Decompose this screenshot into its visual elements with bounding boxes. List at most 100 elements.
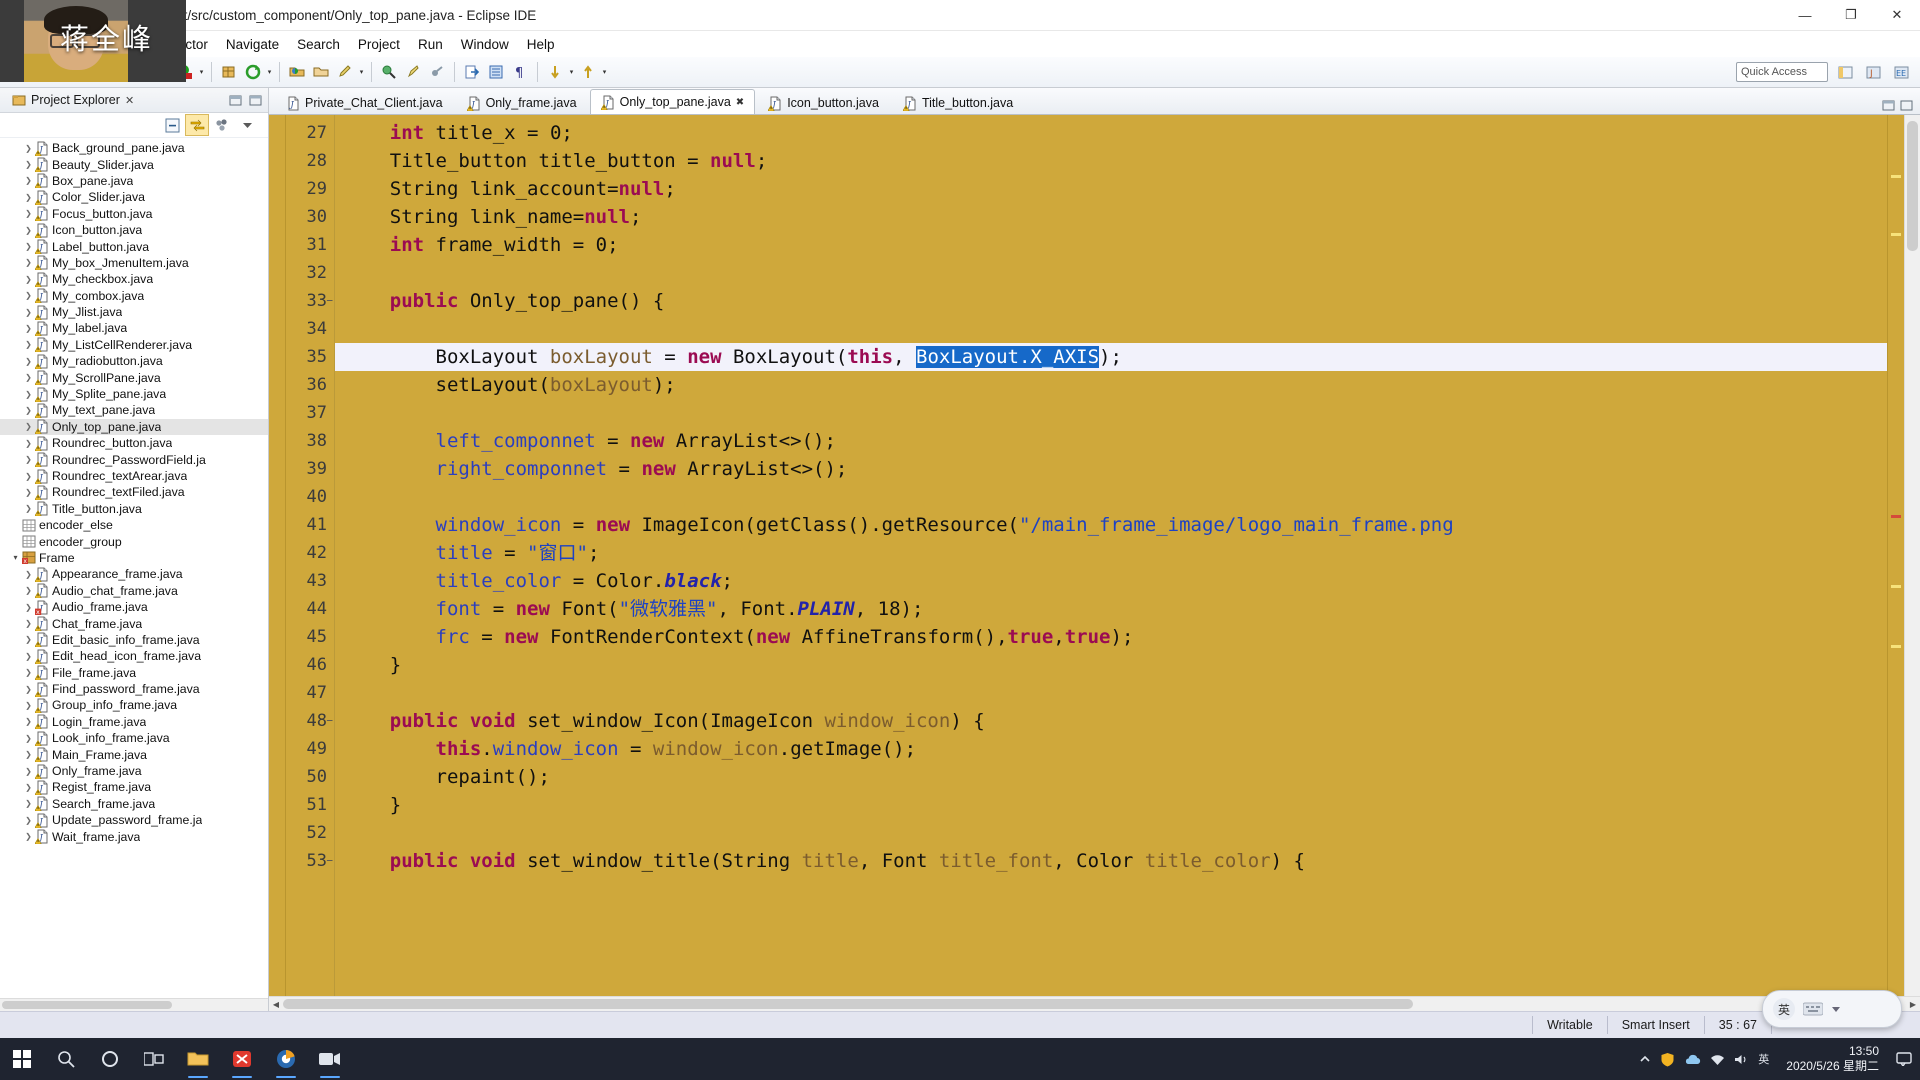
editor-tab[interactable]: J Icon_button.java — [757, 91, 890, 114]
ime-tray-label[interactable]: 英 — [1758, 1051, 1769, 1067]
tree-item[interactable]: ❯ J Update_password_frame.ja — [0, 812, 268, 828]
tree-item[interactable]: ❯ J Box_pane.java — [0, 173, 268, 189]
editor-tab[interactable]: J Only_frame.java — [456, 91, 588, 114]
code-line[interactable] — [334, 259, 1887, 287]
app-red-icon[interactable] — [220, 1038, 264, 1080]
chevron-right-icon[interactable]: ❯ — [23, 439, 34, 448]
menu-run[interactable]: Run — [409, 34, 452, 55]
chevron-right-icon[interactable]: ❯ — [23, 504, 34, 513]
tree-item[interactable]: ❯ J My_combox.java — [0, 288, 268, 304]
tree-item[interactable]: ❯ J Only_top_pane.java — [0, 418, 268, 436]
tree-item[interactable]: ❯ J Group_info_frame.java — [0, 697, 268, 713]
editor-tab[interactable]: J Private_Chat_Client.java — [275, 91, 454, 114]
chevron-right-icon[interactable]: ❯ — [23, 324, 34, 333]
chevron-right-icon[interactable]: ❯ — [23, 275, 34, 284]
chevron-right-icon[interactable]: ❯ — [23, 226, 34, 235]
code-line[interactable]: String link_name=null; — [334, 203, 1887, 231]
fold-toggle-icon[interactable]: − — [326, 287, 333, 315]
code-line[interactable] — [334, 819, 1887, 847]
menu-navigate[interactable]: Navigate — [217, 34, 288, 55]
export-icon[interactable] — [461, 61, 483, 83]
tree-item[interactable]: encoder_else — [0, 517, 268, 533]
shield-icon[interactable] — [1660, 1052, 1675, 1067]
tree-item[interactable]: ❯ J Audio_chat_frame.java — [0, 583, 268, 599]
chevron-right-icon[interactable]: ❯ — [23, 176, 34, 185]
chevron-right-icon[interactable]: ❯ — [23, 242, 34, 251]
code-line[interactable]: title = "窗口"; — [334, 539, 1887, 567]
tree-item[interactable]: ❯ J Roundrec_textArear.java — [0, 468, 268, 484]
view-icon[interactable] — [485, 61, 507, 83]
next-annotation-dropdown-icon[interactable]: ▾ — [567, 62, 576, 82]
chevron-right-icon[interactable]: ❯ — [23, 209, 34, 218]
code-line[interactable]: String link_account=null; — [334, 175, 1887, 203]
ime-floating-bar[interactable]: 英 — [1762, 990, 1902, 1028]
chevron-right-icon[interactable]: ❯ — [23, 717, 34, 726]
project-explorer-tab[interactable]: Project Explorer ✕ — [6, 91, 140, 109]
tree-item[interactable]: ❯ J Back_ground_pane.java — [0, 140, 268, 156]
network-icon[interactable] — [1710, 1053, 1725, 1066]
close-icon[interactable]: ✖ — [736, 97, 744, 108]
chevron-right-icon[interactable]: ❯ — [23, 144, 34, 153]
tree-item[interactable]: ❯ J Only_frame.java — [0, 763, 268, 779]
tree-item[interactable]: ❯ J Login_frame.java — [0, 714, 268, 730]
maximize-editor-icon[interactable] — [1900, 99, 1914, 112]
tree-item[interactable]: ❯ J Search_frame.java — [0, 796, 268, 812]
code-line[interactable]: Title_button title_button = null; — [334, 147, 1887, 175]
previous-annotation-dropdown-icon[interactable]: ▾ — [600, 62, 609, 82]
chevron-right-icon[interactable]: ❯ — [23, 406, 34, 415]
marker-icon[interactable] — [402, 61, 424, 83]
cortana-icon[interactable] — [88, 1038, 132, 1080]
code-line[interactable]: font = new Font("微软雅黑", Font.PLAIN, 18); — [334, 595, 1887, 623]
volume-icon[interactable] — [1734, 1053, 1749, 1066]
chevron-right-icon[interactable]: ❯ — [23, 472, 34, 481]
sidebar-scroll-thumb[interactable] — [2, 1001, 172, 1009]
source-code-text[interactable]: int title_x = 0; Title_button title_butt… — [334, 115, 1887, 996]
next-annotation-icon[interactable] — [544, 61, 566, 83]
video-app-icon[interactable] — [308, 1038, 352, 1080]
editor-marker-bar[interactable] — [269, 115, 286, 996]
taskbar-clock[interactable]: 13:50 2020/5/26 星期二 — [1778, 1044, 1887, 1074]
tree-item[interactable]: ❯ J File_frame.java — [0, 665, 268, 681]
chevron-right-icon[interactable]: ❯ — [23, 308, 34, 317]
view-dropdown-icon[interactable] — [236, 115, 258, 135]
tree-item[interactable]: ❯ J Title_button.java — [0, 501, 268, 517]
tree-item[interactable]: ❯ J My_text_pane.java — [0, 402, 268, 418]
maximize-view-icon[interactable] — [246, 91, 264, 109]
view-menu-icon[interactable] — [211, 115, 233, 135]
status-insert-mode[interactable]: Smart Insert — [1606, 1016, 1704, 1034]
chevron-right-icon[interactable]: ❯ — [23, 586, 34, 595]
editor-tab[interactable]: J Title_button.java — [892, 91, 1024, 114]
fold-toggle-icon[interactable]: − — [326, 847, 333, 875]
tree-item[interactable]: ❯ J My_Jlist.java — [0, 304, 268, 320]
chevron-right-icon[interactable]: ❯ — [23, 357, 34, 366]
windows-start-icon[interactable] — [0, 1038, 44, 1080]
link-with-editor-icon[interactable] — [185, 114, 209, 136]
onedrive-icon[interactable] — [1684, 1053, 1701, 1066]
chevron-right-icon[interactable]: ❯ — [23, 685, 34, 694]
code-line[interactable] — [334, 399, 1887, 427]
code-line[interactable]: this.window_icon = window_icon.getImage(… — [334, 735, 1887, 763]
tree-item[interactable]: ❯ J Edit_basic_info_frame.java — [0, 632, 268, 648]
code-line[interactable]: frc = new FontRenderContext(new AffineTr… — [334, 623, 1887, 651]
tree-item[interactable]: ❯ J Edit_head_icon_frame.java — [0, 648, 268, 664]
chevron-down-icon[interactable]: ▾ — [10, 553, 21, 562]
tree-item[interactable]: ❯ J My_radiobutton.java — [0, 353, 268, 369]
chevron-right-icon[interactable]: ❯ — [23, 340, 34, 349]
code-line[interactable]: public Only_top_pane() { — [334, 287, 1887, 315]
quick-access-input[interactable]: Quick Access — [1736, 62, 1828, 82]
collapse-all-icon[interactable] — [161, 115, 183, 135]
editor-hscroll-thumb[interactable] — [283, 999, 1413, 1009]
editor-scroll-thumb[interactable] — [1907, 121, 1918, 251]
code-line[interactable]: public void set_window_Icon(ImageIcon wi… — [334, 707, 1887, 735]
code-line[interactable]: title_color = Color.black; — [334, 567, 1887, 595]
menu-window[interactable]: Window — [452, 34, 518, 55]
chevron-right-icon[interactable]: ❯ — [23, 701, 34, 710]
tree-item[interactable]: ❯ J Roundrec_button.java — [0, 435, 268, 451]
code-line[interactable]: right_componnet = new ArrayList<>(); — [334, 455, 1887, 483]
tree-item[interactable]: ❯ J Icon_button.java — [0, 222, 268, 238]
code-line[interactable]: public void set_window_title(String titl… — [334, 847, 1887, 875]
refresh-icon[interactable] — [242, 61, 264, 83]
java-perspective-icon[interactable]: J — [1862, 61, 1884, 83]
scroll-right-icon[interactable]: ▶ — [1906, 1000, 1920, 1009]
tree-item[interactable]: ❯ J Chat_frame.java — [0, 615, 268, 632]
